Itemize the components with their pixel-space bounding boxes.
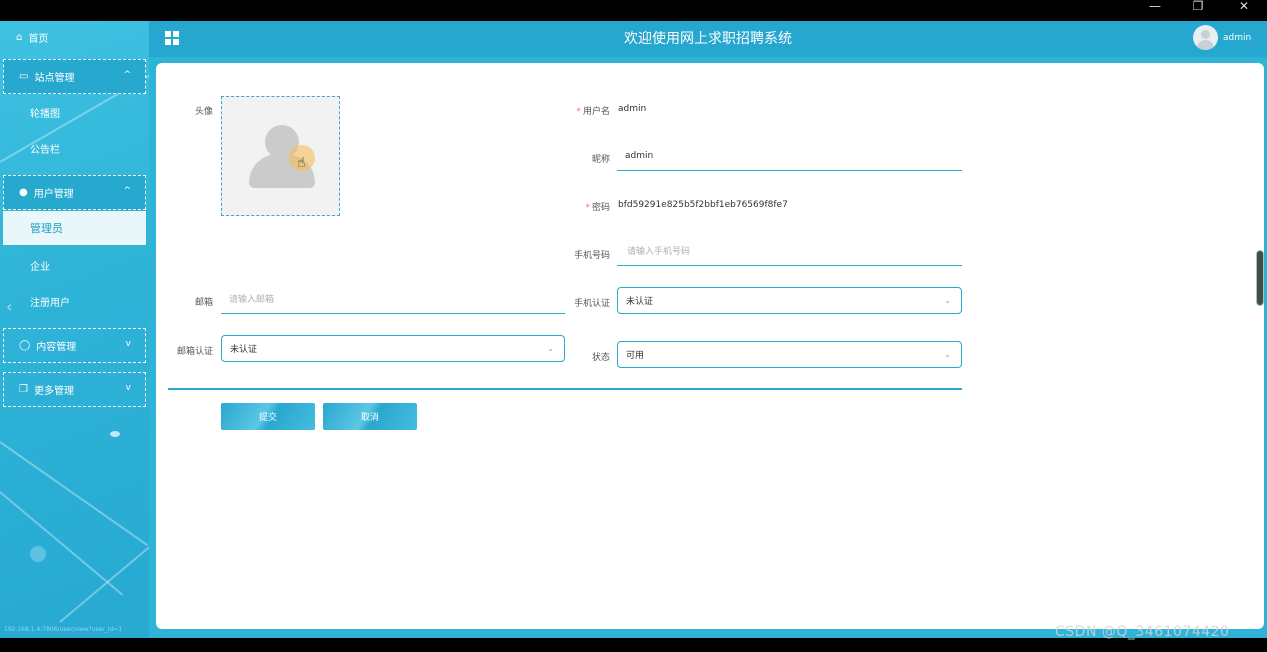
cancel-button[interactable]: 取消 — [323, 403, 417, 430]
window-titlebar: — ❐ ✕ — [0, 0, 1267, 21]
monitor-icon: ▭ — [19, 71, 29, 82]
email-verify-select[interactable]: 未认证 ⌄ — [221, 335, 565, 362]
watermark: CSDN @Q_3461074420 — [1055, 624, 1230, 640]
menu-group-more[interactable]: ❐ 更多管理 v — [3, 372, 146, 407]
bottom-bar — [0, 638, 1267, 652]
chevron-up-icon: ^ — [123, 70, 131, 80]
nickname-input[interactable]: admin — [617, 141, 962, 171]
hand-cursor-icon: ☝ — [297, 155, 306, 171]
sidebar-item-admin[interactable]: 管理员 — [3, 211, 146, 245]
restore-icon[interactable]: ❐ — [1183, 0, 1213, 14]
copy-icon: ❐ — [19, 384, 28, 395]
password-label: * 密码 — [585, 203, 610, 213]
decor-dot — [30, 546, 46, 562]
email-label: 邮箱 — [194, 298, 213, 308]
phone-verify-label: 手机认证 — [573, 299, 610, 309]
username-label: * 用户名 — [576, 107, 610, 117]
menu-group-site[interactable]: ▭ 站点管理 ^ — [3, 59, 146, 94]
nickname-label: 昵称 — [591, 155, 610, 165]
chevron-down-icon: ⌄ — [547, 344, 554, 353]
phone-input[interactable]: 请输入手机号码 — [617, 236, 962, 266]
sidebar-item-home[interactable]: ⌂ 首页 — [0, 21, 149, 54]
chevron-up-icon: ^ — [123, 186, 131, 196]
decor-streak — [59, 544, 149, 623]
header: 欢迎使用网上求职招聘系统 admin — [149, 21, 1267, 57]
user-icon: ● — [19, 187, 28, 198]
chevron-down-icon: ⌄ — [944, 296, 951, 305]
decor-streak — [0, 491, 124, 596]
email-verify-label: 邮箱认证 — [176, 347, 213, 357]
avatar-upload[interactable]: ☝ — [221, 96, 340, 216]
phone-verify-select[interactable]: 未认证 ⌄ — [617, 287, 962, 314]
decor-streak — [0, 441, 149, 547]
phone-label: 手机号码 — [573, 251, 610, 261]
decor-dot — [110, 431, 120, 437]
user-name[interactable]: admin — [1223, 33, 1251, 43]
submit-button[interactable]: 提交 — [221, 403, 315, 430]
chevron-down-icon: v — [125, 383, 131, 393]
minimize-icon[interactable]: — — [1140, 0, 1170, 14]
scrollbar-thumb[interactable] — [1256, 250, 1264, 306]
chat-icon: ◯ — [19, 340, 31, 351]
sidebar: ⌂ 首页 ▭ 站点管理 ^ 轮播图 公告栏 ● 用户管理 ^ 管理员 企业 注册… — [0, 21, 149, 638]
sidebar-item-registered-users[interactable]: 注册用户 — [0, 284, 149, 318]
chevron-down-icon: ⌄ — [944, 350, 951, 359]
collapse-arrow-icon[interactable]: ‹ — [6, 297, 12, 316]
avatar[interactable] — [1193, 25, 1218, 50]
home-icon: ⌂ — [16, 32, 23, 43]
avatar-label: 头像 — [194, 107, 213, 117]
menu-group-users[interactable]: ● 用户管理 ^ — [3, 175, 146, 210]
sidebar-item-carousel[interactable]: 轮播图 — [0, 95, 149, 129]
close-icon[interactable]: ✕ — [1229, 0, 1259, 14]
password-value: bfd59291e825b5f2bbf1eb76569f8fe7 — [618, 200, 788, 210]
form-divider — [168, 388, 962, 390]
status-select[interactable]: 可用 ⌄ — [617, 341, 962, 368]
menu-group-content[interactable]: ◯ 内容管理 v — [3, 328, 146, 363]
username-value: admin — [618, 104, 647, 114]
status-label: 状态 — [591, 353, 610, 363]
sidebar-item-enterprise[interactable]: 企业 — [0, 248, 149, 282]
status-url: 192.168.1.4:7806/user/view?user_id=1 — [4, 626, 123, 633]
email-input[interactable]: 请输入邮箱 — [221, 284, 565, 314]
sidebar-item-notice[interactable]: 公告栏 — [0, 131, 149, 165]
page-title: 欢迎使用网上求职招聘系统 — [624, 31, 792, 47]
chevron-down-icon: v — [125, 339, 131, 349]
